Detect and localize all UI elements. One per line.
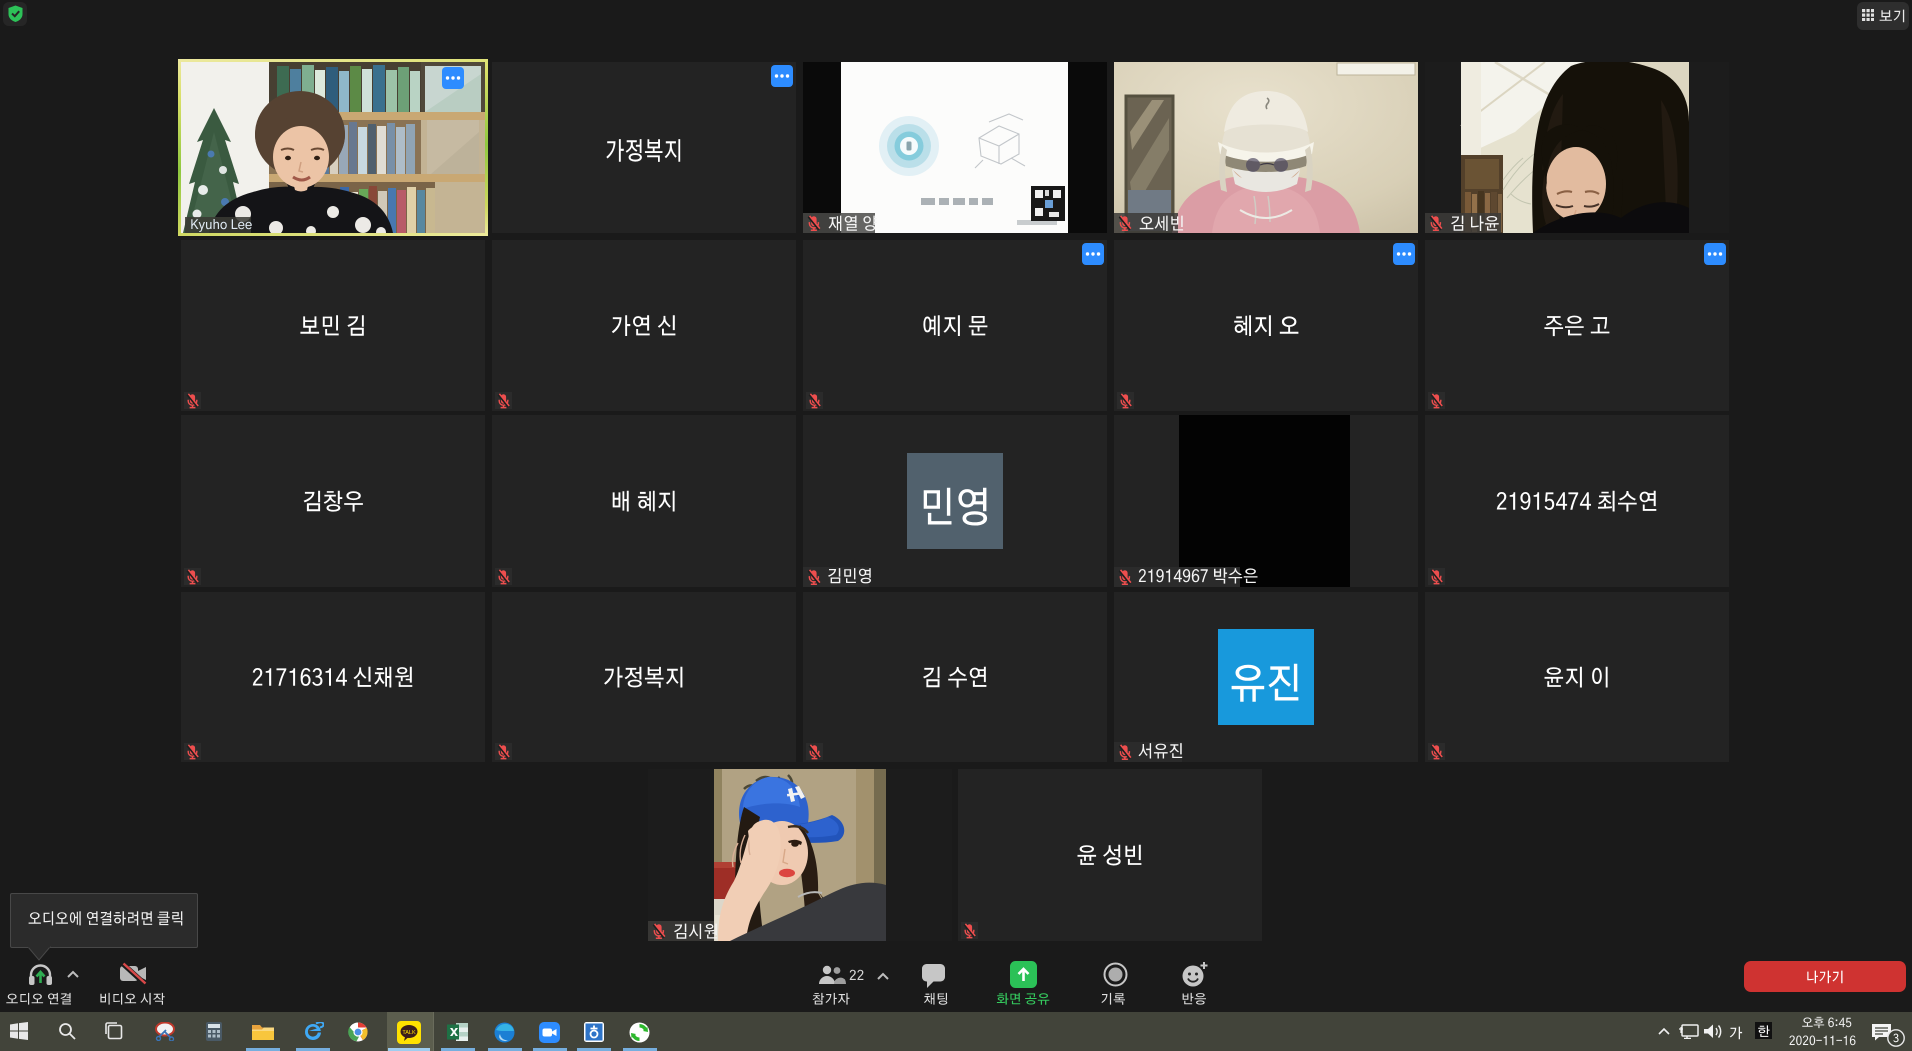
svg-text:TALK: TALK xyxy=(402,1030,416,1036)
